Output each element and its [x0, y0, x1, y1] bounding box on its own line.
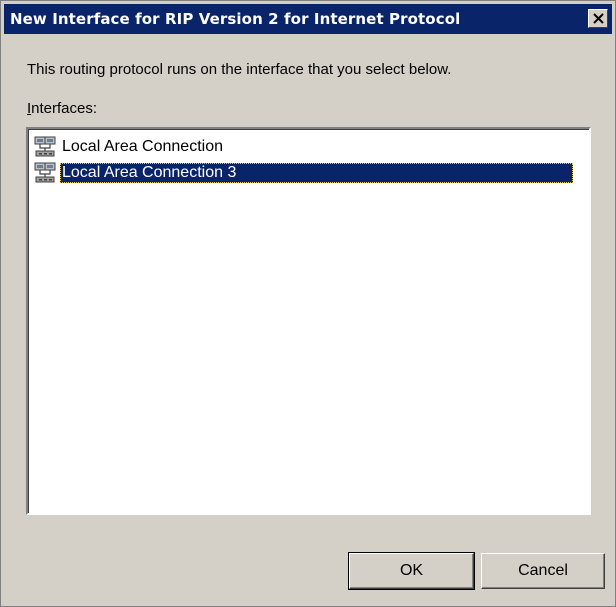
- interfaces-label-text: nterfaces:: [31, 100, 98, 117]
- cancel-button[interactable]: Cancel: [481, 553, 605, 589]
- close-button[interactable]: [588, 9, 608, 28]
- title-bar[interactable]: New Interface for RIP Version 2 for Inte…: [4, 4, 612, 34]
- list-item-selected[interactable]: Local Area Connection 3: [32, 161, 573, 185]
- dialog-title: New Interface for RIP Version 2 for Inte…: [10, 10, 461, 28]
- network-connection-icon: [32, 136, 60, 158]
- list-item[interactable]: Local Area Connection: [32, 135, 226, 159]
- interfaces-list[interactable]: Local Area Connection Local Area Connect…: [26, 127, 591, 515]
- description-text: This routing protocol runs on the interf…: [27, 61, 452, 78]
- network-connection-icon: [32, 162, 60, 184]
- ok-button[interactable]: OK: [348, 552, 475, 590]
- rip-new-interface-dialog: New Interface for RIP Version 2 for Inte…: [0, 0, 616, 607]
- close-icon: [593, 13, 604, 24]
- list-item-label: Local Area Connection 3: [60, 163, 573, 183]
- list-item-label: Local Area Connection: [62, 138, 223, 155]
- interfaces-label: Interfaces:: [27, 100, 97, 117]
